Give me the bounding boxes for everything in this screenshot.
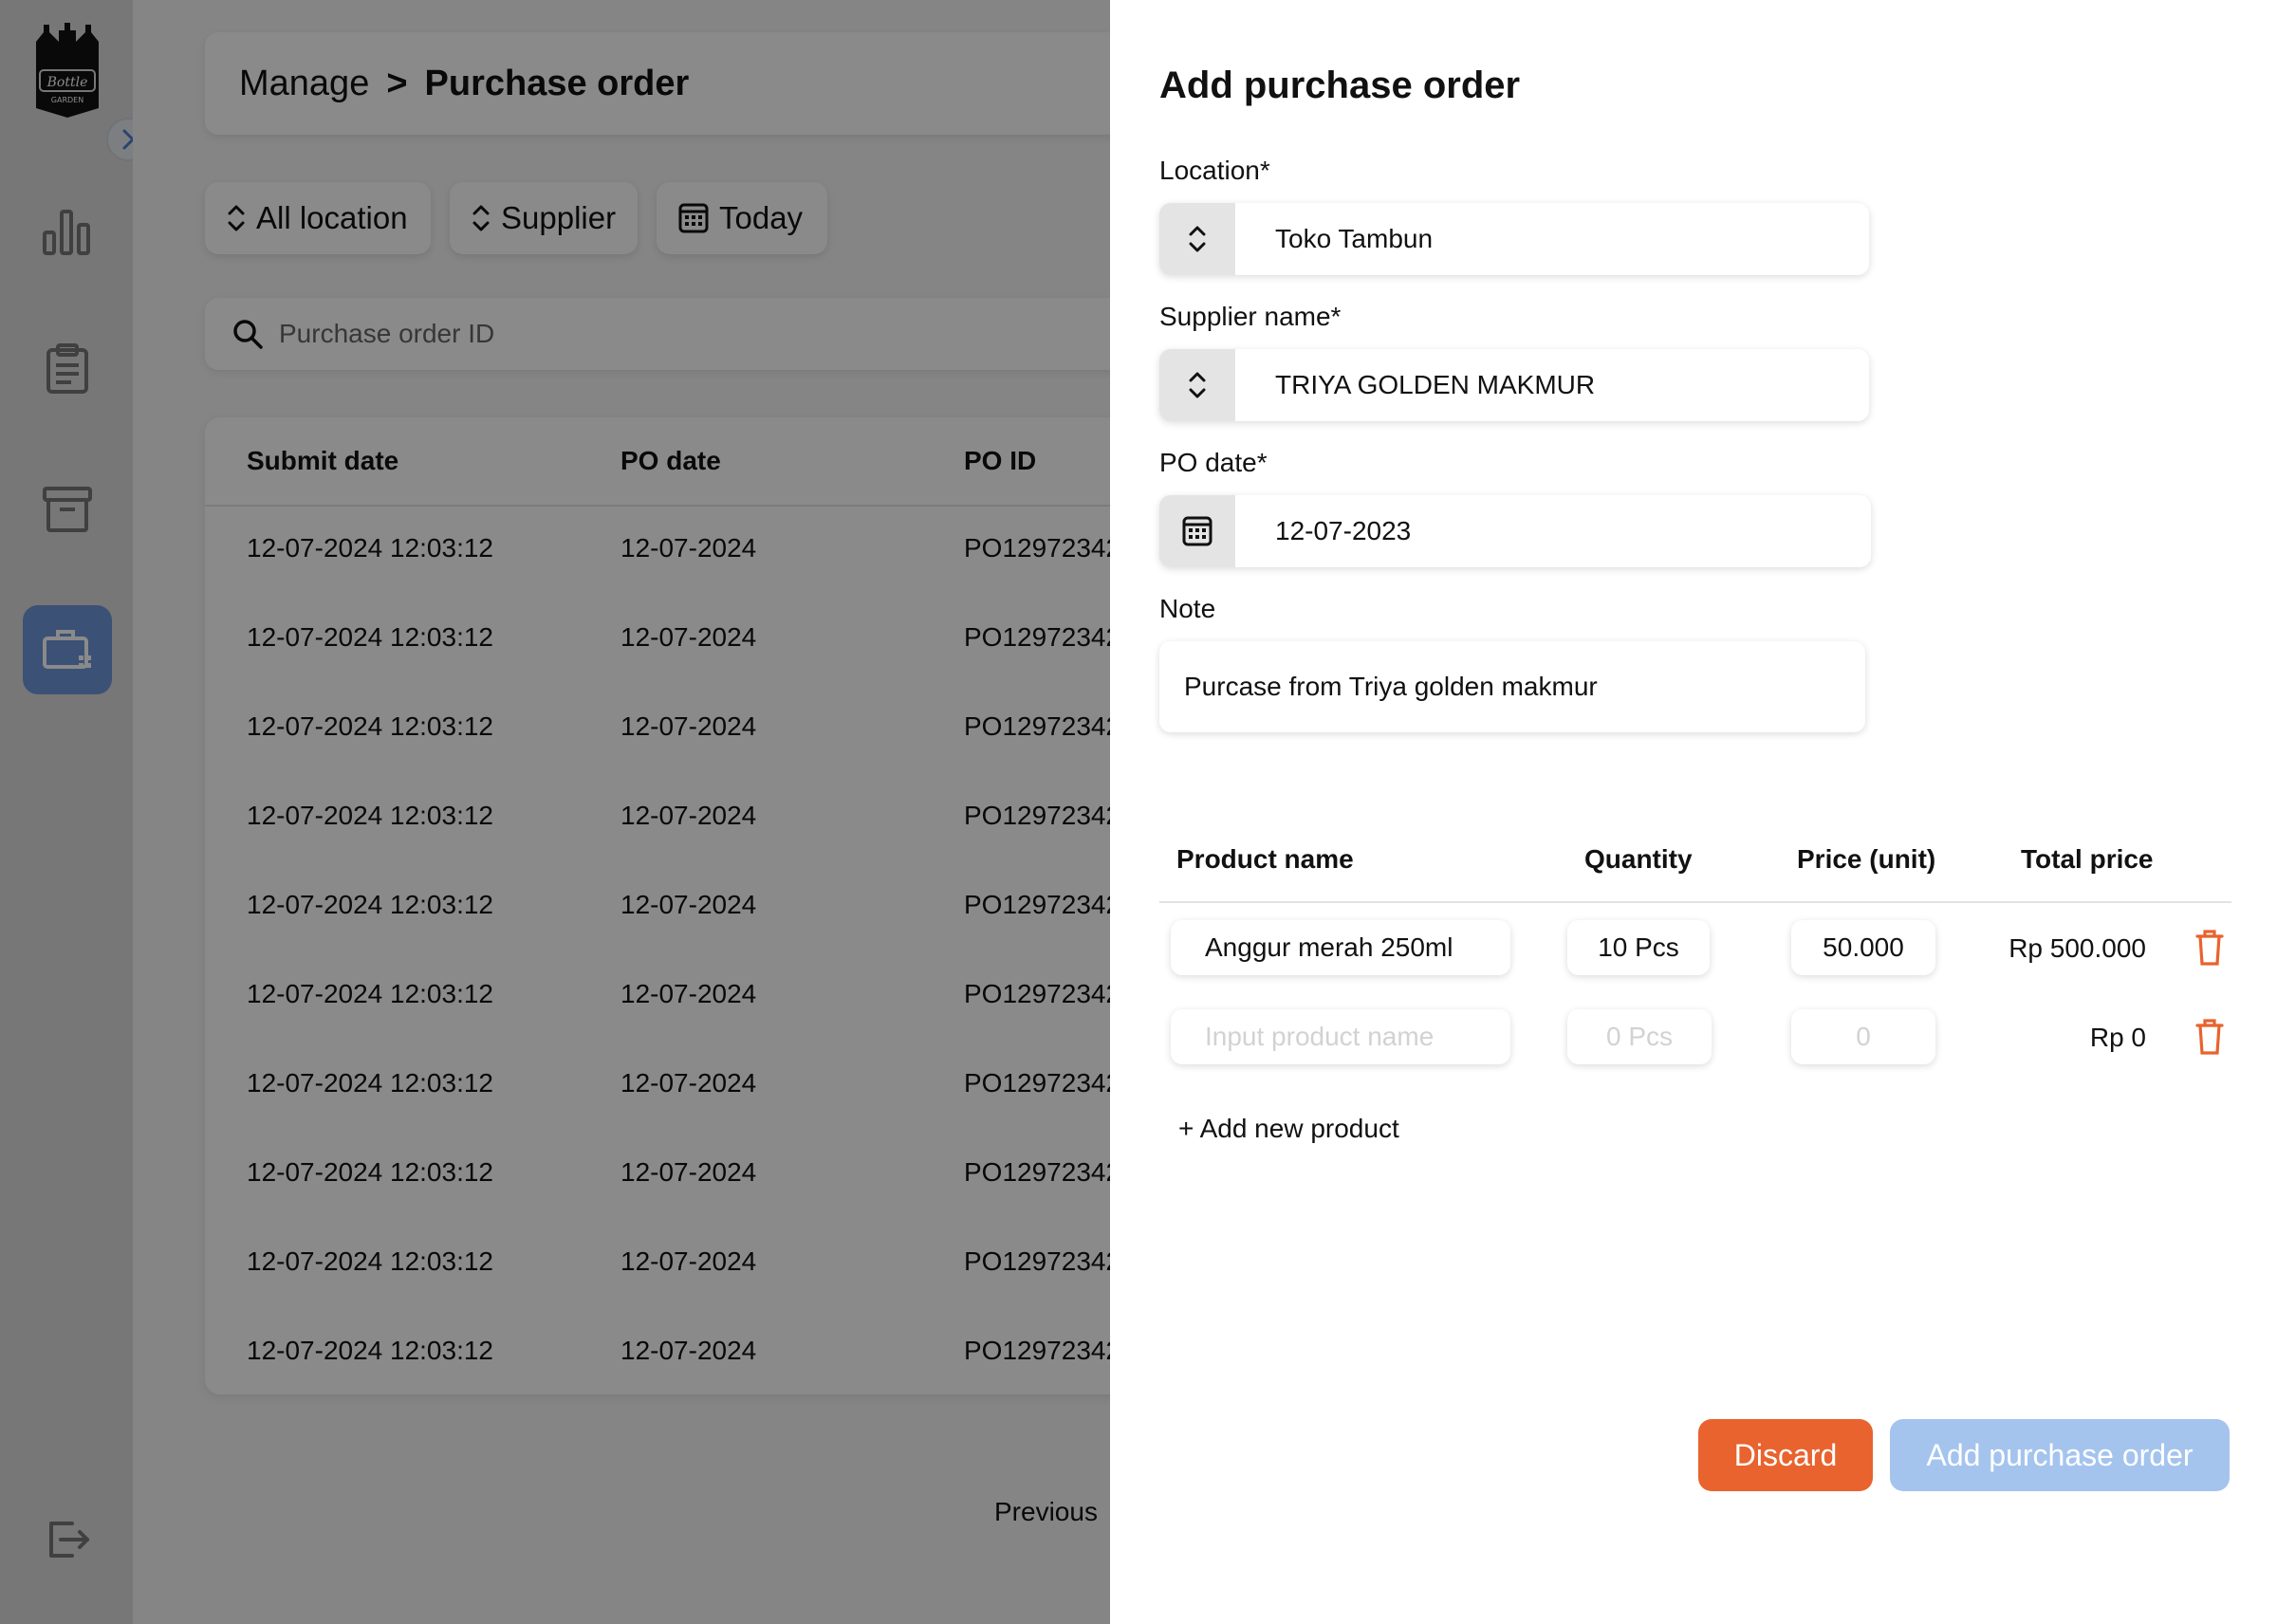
panel-title: Add purchase order bbox=[1159, 65, 1521, 106]
po-date-picker-button[interactable] bbox=[1159, 495, 1235, 567]
calendar-icon bbox=[1182, 516, 1213, 546]
supplier-label: Supplier name* bbox=[1159, 302, 1342, 331]
location-select-toggle[interactable] bbox=[1159, 203, 1235, 275]
row-total-price: Rp 0 bbox=[2089, 1023, 2146, 1052]
price-input[interactable]: 50.000 bbox=[1791, 920, 1935, 975]
location-select[interactable]: Toko Tambun bbox=[1159, 203, 1869, 275]
trash-icon[interactable] bbox=[2195, 1019, 2224, 1055]
po-date-field[interactable]: 12-07-2023 bbox=[1159, 495, 1871, 567]
product-name-header: Product name bbox=[1176, 844, 1354, 874]
total-price-header: Total price bbox=[2021, 844, 2154, 874]
add-new-product-link[interactable]: + Add new product bbox=[1178, 1114, 1399, 1144]
quantity-input[interactable]: 0 Pcs bbox=[1567, 1009, 1712, 1064]
sort-icon bbox=[1189, 372, 1206, 398]
quantity-header: Quantity bbox=[1584, 844, 1693, 874]
price-header: Price (unit) bbox=[1797, 844, 1936, 874]
product-name-input[interactable]: Input product name bbox=[1171, 1009, 1510, 1064]
row-total-price: Rp 500.000 bbox=[2009, 933, 2146, 963]
note-value: Purcase from Triya golden makmur bbox=[1184, 672, 1598, 701]
product-name-input[interactable]: Anggur merah 250ml bbox=[1171, 920, 1510, 975]
po-date-value: 12-07-2023 bbox=[1275, 516, 1412, 545]
sort-icon bbox=[1189, 226, 1206, 252]
note-label: Note bbox=[1159, 594, 1216, 623]
price-input[interactable]: 0 bbox=[1791, 1009, 1935, 1064]
discard-button[interactable]: Discard bbox=[1698, 1419, 1873, 1491]
supplier-value: TRIYA GOLDEN MAKMUR bbox=[1275, 370, 1596, 399]
add-purchase-order-panel: Add purchase order Location* Toko Tambun… bbox=[1110, 0, 2277, 1624]
location-value: Toko Tambun bbox=[1275, 224, 1434, 253]
quantity-input[interactable]: 10 Pcs bbox=[1567, 920, 1710, 975]
note-field[interactable]: Purcase from Triya golden makmur bbox=[1159, 641, 1865, 732]
supplier-select[interactable]: TRIYA GOLDEN MAKMUR bbox=[1159, 349, 1869, 421]
po-date-label: PO date* bbox=[1159, 448, 1268, 477]
trash-icon[interactable] bbox=[2195, 930, 2224, 966]
add-purchase-order-button[interactable]: Add purchase order bbox=[1890, 1419, 2230, 1491]
modal-backdrop[interactable] bbox=[0, 0, 1110, 1624]
location-label: Location* bbox=[1159, 156, 1270, 185]
product-table-divider bbox=[1159, 901, 2231, 903]
supplier-select-toggle[interactable] bbox=[1159, 349, 1235, 421]
